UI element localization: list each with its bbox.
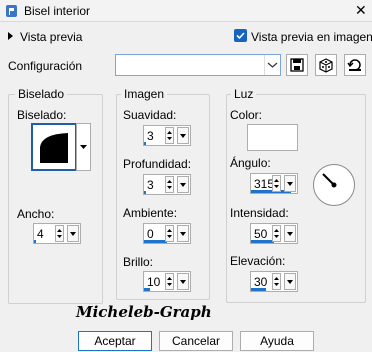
width-level-bar xyxy=(34,240,36,243)
dice-icon xyxy=(319,58,333,73)
angle-dial[interactable] xyxy=(312,163,356,207)
dial-knob xyxy=(331,182,337,188)
intensity-label: Intensidad: xyxy=(230,206,289,220)
dropdown-arrow-icon xyxy=(80,145,87,149)
bevel-shape-label: Biselado: xyxy=(17,108,67,122)
chevron-down-icon[interactable] xyxy=(264,55,280,75)
preview-toggle-label: Vista previa xyxy=(20,30,83,44)
help-button[interactable]: Ayuda xyxy=(240,331,314,351)
depth-label: Profundidad: xyxy=(123,157,192,171)
dropdown-arrow-icon[interactable] xyxy=(177,127,189,144)
dropdown-arrow-icon[interactable] xyxy=(177,225,189,242)
up-down-arrows-icon[interactable] xyxy=(272,175,281,192)
up-down-arrows-icon[interactable] xyxy=(55,225,64,242)
up-down-arrows-icon[interactable] xyxy=(165,176,174,193)
up-down-arrows-icon[interactable] xyxy=(165,127,174,144)
dropdown-arrow-icon[interactable] xyxy=(177,273,189,290)
intensity-spinner[interactable]: 50 xyxy=(250,223,298,244)
intensity-level-bar xyxy=(251,240,274,243)
width-label: Ancho: xyxy=(17,207,55,221)
image-group-title: Imagen xyxy=(121,87,168,101)
bevel-group-title: Biselado xyxy=(15,87,68,101)
dropdown-arrow-icon[interactable] xyxy=(284,273,296,290)
randomize-button[interactable] xyxy=(315,54,337,76)
ambient-value: 0 xyxy=(147,227,154,241)
ambient-label: Ambiente: xyxy=(123,206,178,220)
width-spinner[interactable]: 4 xyxy=(33,223,81,244)
window-title: Bisel interior xyxy=(24,4,91,18)
bevel-shape-dropdown[interactable] xyxy=(76,123,91,171)
shine-label: Brillo: xyxy=(123,255,154,269)
ambient-level-bar xyxy=(144,240,167,243)
smoothness-label: Suavidad: xyxy=(123,108,177,122)
up-down-arrows-icon[interactable] xyxy=(272,225,281,242)
shine-value: 10 xyxy=(147,275,161,289)
smoothness-level-bar xyxy=(144,142,146,145)
shine-level-bar xyxy=(144,288,150,291)
reset-button[interactable] xyxy=(344,54,366,76)
reset-icon xyxy=(347,59,361,71)
watermark-text: Micheleb-Graph xyxy=(76,303,212,321)
config-select[interactable] xyxy=(115,54,281,76)
up-down-arrows-icon[interactable] xyxy=(165,225,174,242)
app-icon xyxy=(6,5,17,17)
bevel-shape-icon xyxy=(40,133,68,163)
elevation-label: Elevación: xyxy=(230,254,286,268)
intensity-value: 50 xyxy=(254,227,268,241)
width-value: 4 xyxy=(37,227,44,241)
dropdown-arrow-icon[interactable] xyxy=(67,225,79,242)
save-preset-button[interactable] xyxy=(286,54,308,76)
checkbox-checked-icon[interactable] xyxy=(234,29,247,42)
save-icon xyxy=(290,58,304,72)
cancel-button[interactable]: Cancelar xyxy=(159,331,233,351)
dropdown-arrow-icon[interactable] xyxy=(177,176,189,193)
light-color-swatch[interactable] xyxy=(247,124,298,151)
dropdown-arrow-icon[interactable] xyxy=(284,175,296,192)
angle-label: Ángulo: xyxy=(230,156,271,170)
up-down-arrows-icon[interactable] xyxy=(272,273,281,290)
expand-triangle-icon xyxy=(8,32,13,40)
dropdown-arrow-icon[interactable] xyxy=(284,225,296,242)
shine-spinner[interactable]: 10 xyxy=(143,271,191,292)
smoothness-spinner[interactable]: 3 xyxy=(143,125,191,146)
bevel-shape-preview[interactable] xyxy=(31,123,77,171)
angle-spinner[interactable]: 315 xyxy=(250,173,298,194)
elevation-level-bar xyxy=(251,288,266,291)
live-preview-label: Vista previa en imagen xyxy=(251,30,372,44)
depth-value: 3 xyxy=(147,178,154,192)
elevation-spinner[interactable]: 30 xyxy=(250,271,298,292)
depth-level-bar xyxy=(144,191,146,194)
title-bar: Bisel interior ✕ xyxy=(0,0,372,22)
elevation-value: 30 xyxy=(254,275,268,289)
close-icon[interactable]: ✕ xyxy=(355,3,367,17)
color-label: Color: xyxy=(230,108,263,122)
light-group-title: Luz xyxy=(231,87,257,101)
config-label: Configuración xyxy=(8,59,83,73)
ok-button[interactable]: Aceptar xyxy=(78,331,152,351)
depth-spinner[interactable]: 3 xyxy=(143,174,191,195)
smoothness-value: 3 xyxy=(147,129,154,143)
ambient-spinner[interactable]: 0 xyxy=(143,223,191,244)
up-down-arrows-icon[interactable] xyxy=(165,273,174,290)
